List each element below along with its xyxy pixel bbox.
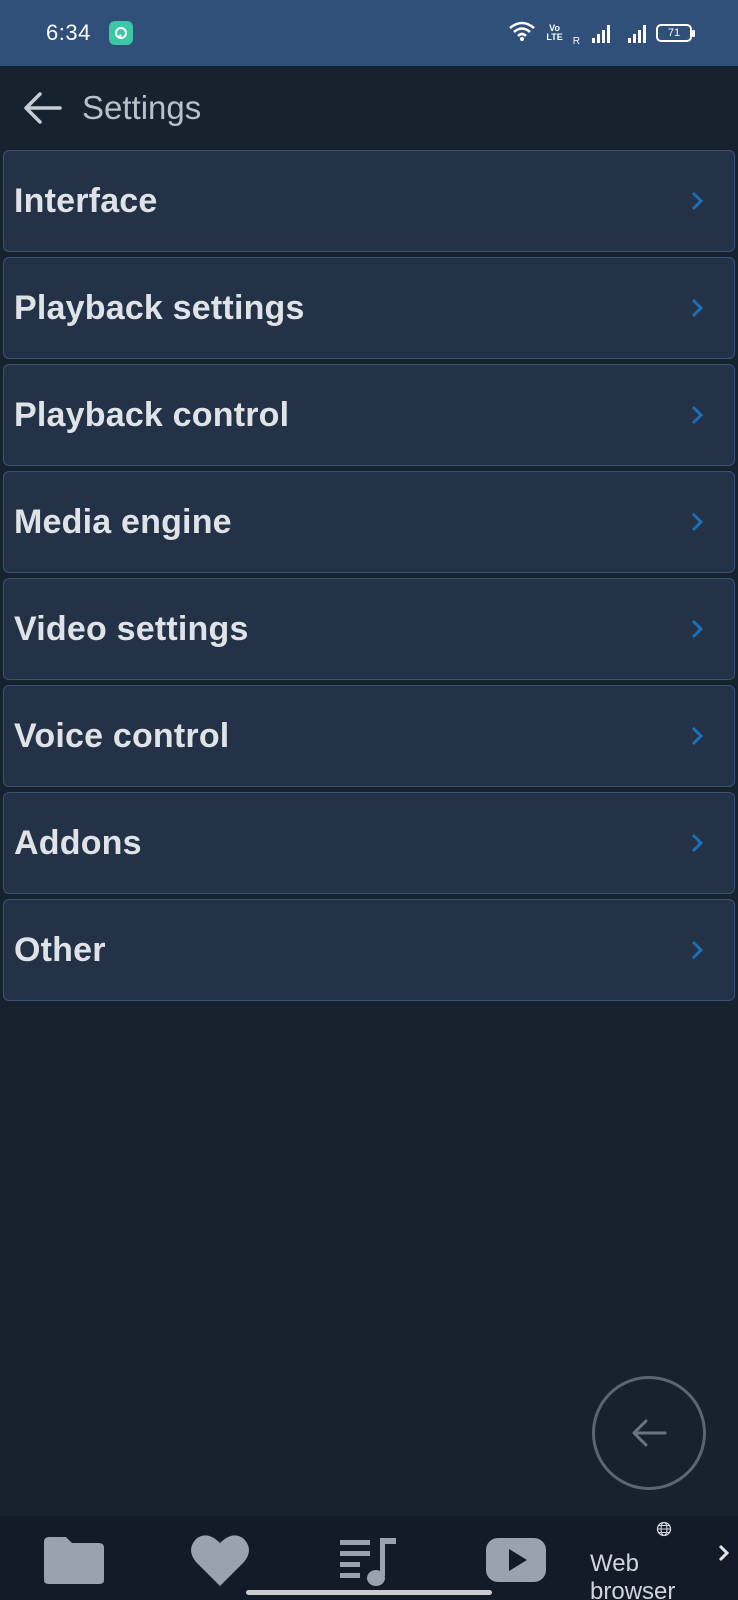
settings-list: Interface Playback settings Playback con… bbox=[3, 150, 735, 1006]
chevron-right-icon bbox=[691, 191, 704, 211]
app-header: Settings bbox=[0, 66, 738, 150]
settings-item-label: Interface bbox=[14, 181, 158, 220]
settings-item-video-settings[interactable]: Video settings bbox=[3, 578, 735, 680]
chevron-right-icon[interactable] bbox=[716, 1542, 732, 1569]
signal-strength-icon-2 bbox=[628, 23, 646, 43]
settings-item-media-engine[interactable]: Media engine bbox=[3, 471, 735, 573]
roaming-indicator: R bbox=[572, 35, 580, 47]
settings-item-label: Voice control bbox=[14, 716, 230, 755]
status-bar: 6:34 Vo LTE R 71 bbox=[0, 0, 738, 66]
chevron-right-icon bbox=[691, 619, 704, 639]
youtube-icon[interactable] bbox=[484, 1536, 548, 1584]
web-browser-button[interactable]: Web browser bbox=[590, 1550, 675, 1600]
chevron-right-icon bbox=[691, 405, 704, 425]
home-indicator[interactable] bbox=[246, 1590, 492, 1595]
settings-item-label: Playback settings bbox=[14, 288, 305, 327]
chevron-right-icon bbox=[691, 833, 704, 853]
settings-item-label: Media engine bbox=[14, 502, 232, 541]
back-arrow-icon bbox=[632, 1419, 667, 1447]
settings-item-label: Video settings bbox=[14, 609, 249, 648]
settings-item-interface[interactable]: Interface bbox=[3, 150, 735, 252]
wifi-icon bbox=[508, 20, 536, 47]
status-indicators: Vo LTE R 71 bbox=[508, 20, 695, 47]
playlist-icon[interactable] bbox=[338, 1534, 402, 1588]
folder-icon[interactable] bbox=[42, 1534, 106, 1586]
chevron-right-icon bbox=[691, 940, 704, 960]
chevron-right-icon bbox=[691, 512, 704, 532]
battery-level: 71 bbox=[667, 27, 681, 39]
app-notification-icon bbox=[108, 21, 133, 45]
globe-icon bbox=[656, 1521, 672, 1542]
web-browser-label-line2: browser bbox=[590, 1578, 676, 1600]
heart-icon[interactable] bbox=[188, 1530, 252, 1590]
settings-item-label: Playback control bbox=[14, 395, 290, 434]
settings-item-playback-settings[interactable]: Playback settings bbox=[3, 257, 735, 359]
volte-indicator: Vo LTE bbox=[546, 24, 562, 42]
settings-item-other[interactable]: Other bbox=[3, 899, 735, 1001]
web-browser-label-line1: Web bbox=[590, 1550, 639, 1577]
settings-item-voice-control[interactable]: Voice control bbox=[3, 685, 735, 787]
volte-bottom-text: LTE bbox=[546, 32, 563, 42]
settings-item-label: Addons bbox=[14, 823, 142, 862]
chevron-right-icon bbox=[691, 726, 704, 746]
status-time: 6:34 bbox=[46, 20, 91, 45]
signal-strength-icon bbox=[592, 23, 610, 43]
page-title: Settings bbox=[82, 89, 202, 126]
bottom-nav: Web browser bbox=[0, 1516, 738, 1600]
battery-icon: 71 bbox=[656, 24, 695, 42]
settings-item-playback-control[interactable]: Playback control bbox=[3, 364, 735, 466]
settings-item-addons[interactable]: Addons bbox=[3, 792, 735, 894]
back-arrow-icon[interactable] bbox=[20, 86, 64, 130]
floating-back-button[interactable] bbox=[592, 1376, 706, 1490]
chevron-right-icon bbox=[691, 298, 704, 318]
settings-item-label: Other bbox=[14, 930, 106, 969]
